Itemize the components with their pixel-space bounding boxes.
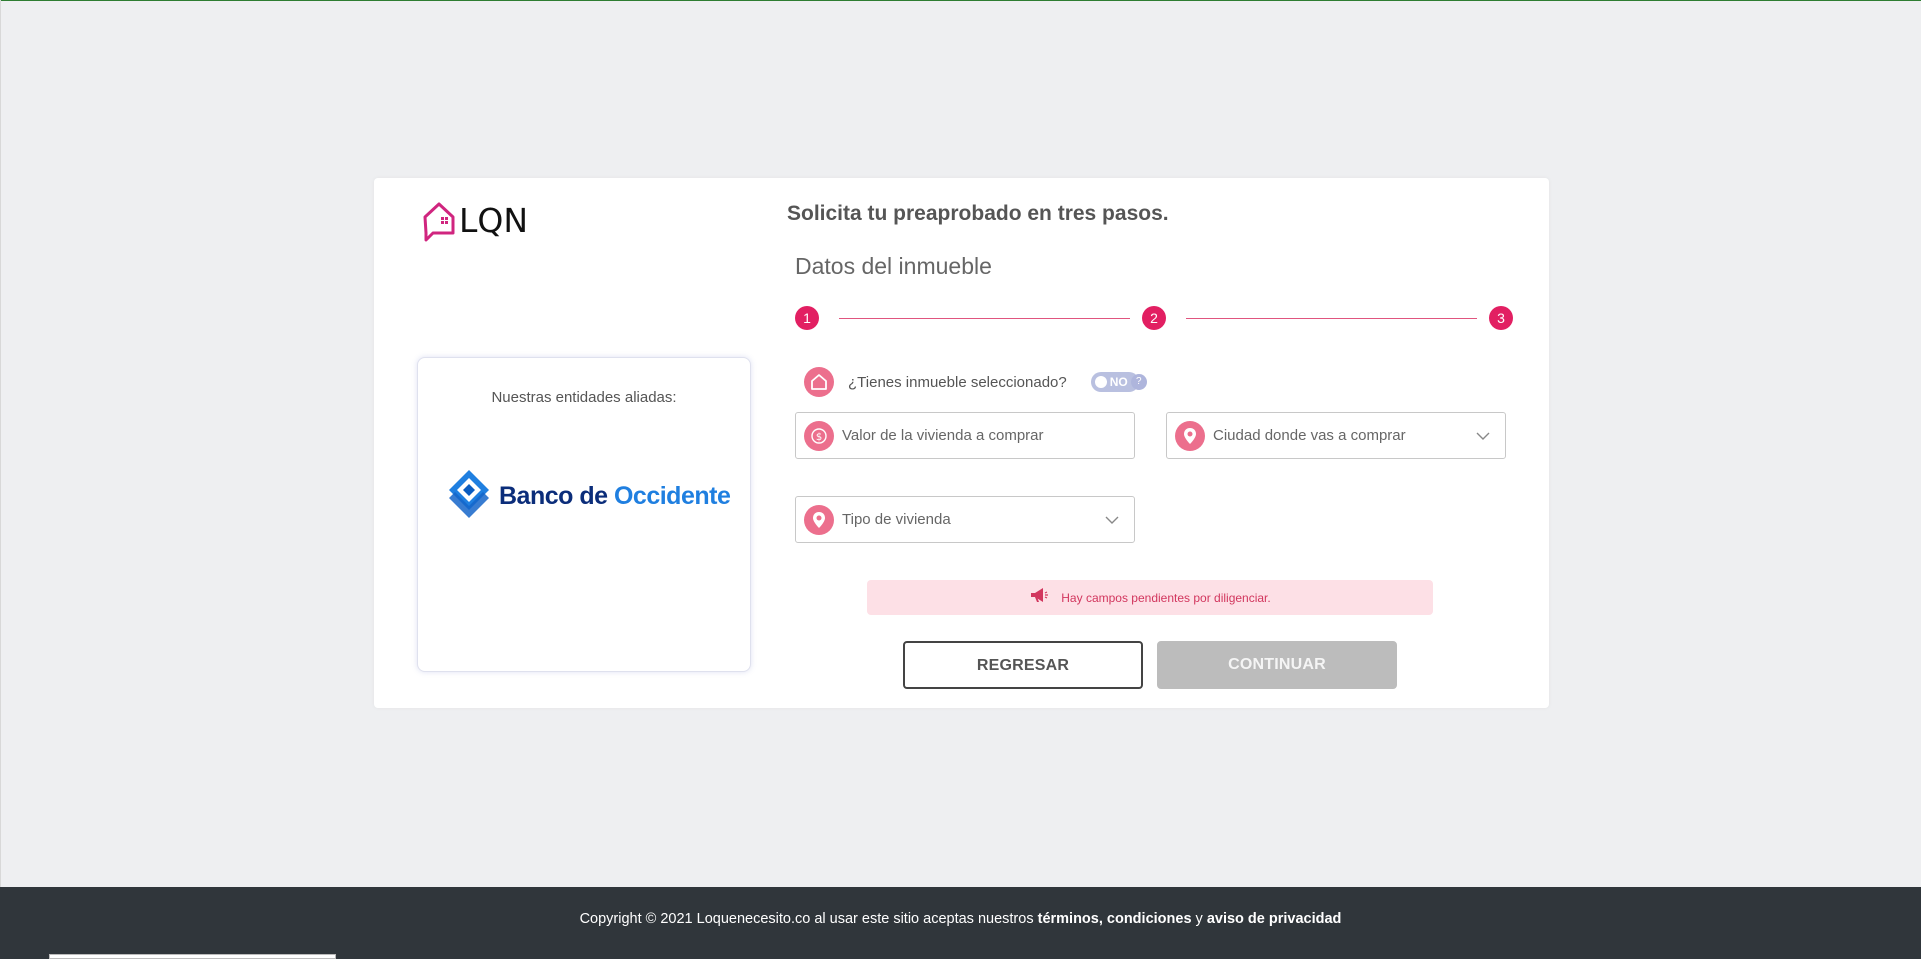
house-logo-icon <box>422 200 456 242</box>
step-connector <box>1186 318 1477 319</box>
dollar-icon: $ <box>804 420 834 451</box>
location-pin-icon <box>1175 420 1205 451</box>
back-button[interactable]: REGRESAR <box>903 641 1143 689</box>
bank-logo: Banco de Occidente <box>447 468 731 525</box>
step-connector <box>839 318 1130 319</box>
step-1: 1 <box>795 306 819 330</box>
footer-copyright: Copyright © 2021 Loquenecesito.co al usa… <box>0 911 1921 927</box>
step-3: 3 <box>1489 306 1513 330</box>
step-2: 2 <box>1142 306 1166 330</box>
section-title: Datos del inmueble <box>795 253 992 279</box>
privacy-link[interactable]: aviso de privacidad <box>1207 911 1342 927</box>
left-border-line <box>0 0 1 887</box>
svg-text:$: $ <box>816 432 822 443</box>
bank-name: Banco de Occidente <box>499 482 731 511</box>
city-placeholder: Ciudad donde vas a comprar <box>1213 427 1406 444</box>
price-placeholder: Valor de la vivienda a comprar <box>842 427 1044 444</box>
terms-link[interactable]: términos, condiciones <box>1038 911 1192 927</box>
bank-name-primary: Banco de <box>499 482 608 510</box>
logo-text: LQN <box>459 201 529 240</box>
footer-connector: y <box>1191 911 1207 927</box>
bottom-widget-strip <box>49 954 336 959</box>
location-pin-icon <box>804 504 834 535</box>
continue-button[interactable]: CONTINUAR <box>1157 641 1397 689</box>
property-type-placeholder: Tipo de vivienda <box>842 511 951 528</box>
progress-stepper: 1 2 3 <box>795 306 1515 330</box>
footer-prefix: Copyright © 2021 Loquenecesito.co al usa… <box>579 911 1038 927</box>
footer: Copyright © 2021 Loquenecesito.co al usa… <box>0 887 1921 959</box>
question-label: ¿Tienes inmueble seleccionado? <box>848 373 1067 391</box>
home-icon <box>804 367 834 397</box>
megaphone-icon <box>1029 586 1049 609</box>
toggle-label: NO <box>1109 375 1128 389</box>
toggle-knob <box>1094 376 1107 388</box>
property-toggle[interactable]: NO ? <box>1090 372 1147 392</box>
help-icon[interactable]: ? <box>1130 374 1147 390</box>
partners-title: Nuestras entidades aliadas: <box>491 389 677 406</box>
chevron-down-icon <box>1104 513 1120 531</box>
lqn-logo[interactable]: LQN <box>422 200 528 242</box>
bank-diamond-icon <box>447 468 491 525</box>
chevron-down-icon <box>1475 429 1491 447</box>
top-border-line <box>0 0 1921 1</box>
property-selected-question: ¿Tienes inmueble seleccionado? NO ? <box>804 367 1147 397</box>
partners-panel: Nuestras entidades aliadas: Banco de Occ… <box>417 357 751 672</box>
page-title: Solicita tu preaprobado en tres pasos. <box>787 202 1169 225</box>
city-select[interactable]: Ciudad donde vas a comprar <box>1166 412 1506 459</box>
property-type-select[interactable]: Tipo de vivienda <box>795 496 1135 543</box>
alert-text: Hay campos pendientes por diligenciar. <box>1061 590 1271 605</box>
bank-name-accent: Occidente <box>613 482 731 510</box>
price-field[interactable]: $ Valor de la vivienda a comprar <box>795 412 1135 459</box>
pending-fields-alert: Hay campos pendientes por diligenciar. <box>867 580 1433 615</box>
